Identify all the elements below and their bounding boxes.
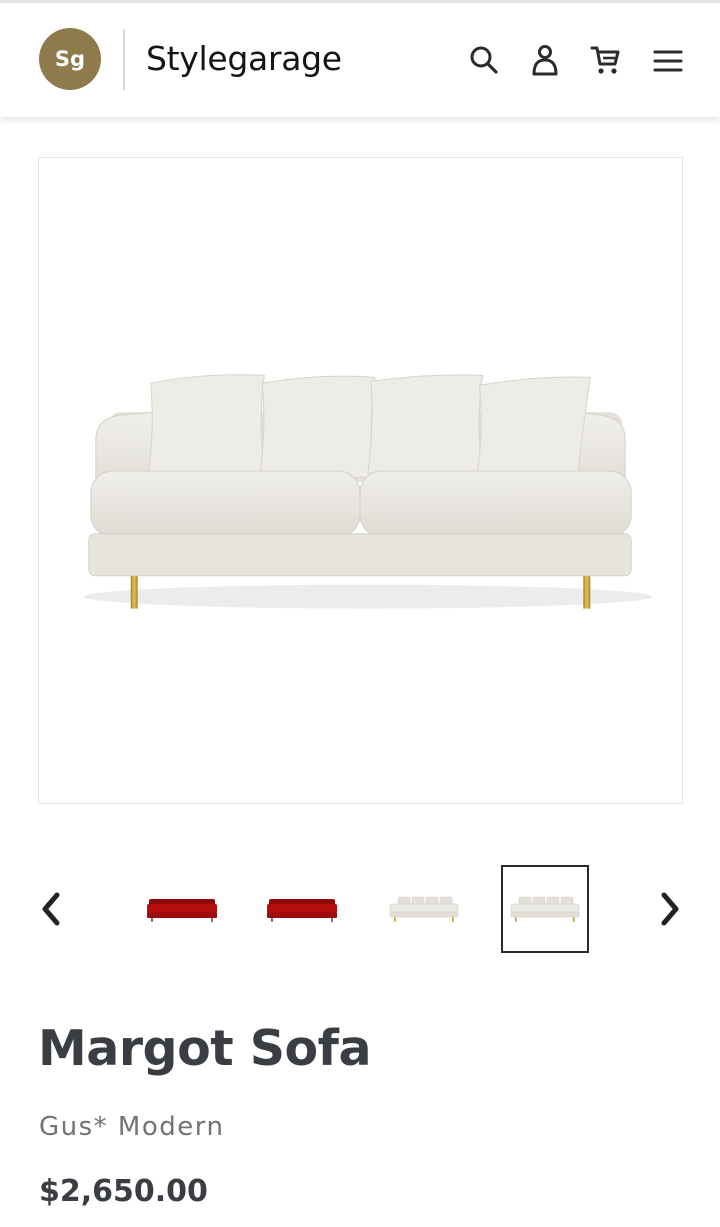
thumbnail-strip (0, 865, 720, 953)
site-header: Sg Stylegarage (0, 3, 720, 117)
thumbnail-sofa-cream[interactable] (380, 865, 468, 953)
product-vendor[interactable]: Gus* Modern (39, 1108, 225, 1146)
logo-badge[interactable]: Sg (39, 28, 101, 90)
thumbnail-sofa-red[interactable] (138, 865, 226, 953)
thumbnail-sofa-cream-selected[interactable] (501, 865, 589, 953)
search-icon[interactable] (467, 43, 501, 77)
chevron-right-icon[interactable] (655, 889, 685, 929)
brand-name[interactable]: Stylegarage (146, 38, 342, 80)
product-main-image[interactable] (38, 157, 683, 804)
chevron-left-icon[interactable] (36, 889, 66, 929)
account-icon[interactable] (528, 43, 562, 77)
thumbnail-sofa-red[interactable] (258, 865, 346, 953)
logo-divider (123, 29, 125, 90)
menu-icon[interactable] (651, 43, 685, 77)
product-title: Margot Sofa (38, 1020, 372, 1077)
cart-icon[interactable] (588, 43, 622, 77)
product-price: $2,650.00 (39, 1174, 208, 1209)
